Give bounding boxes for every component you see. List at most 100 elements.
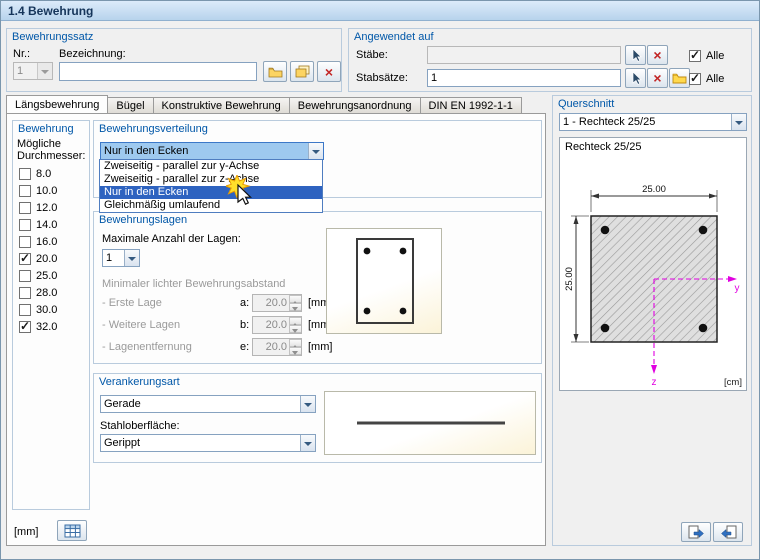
stahloberflaeche-select[interactable]: Gerippt	[100, 434, 316, 452]
tab-din-en-1992-1-1[interactable]: DIN EN 1992-1-1	[420, 97, 522, 113]
group-title: Bewehrungslagen	[99, 214, 187, 226]
group-angewendet-auf: Angewendet auf Stäbe: × Alle Stabsätze: …	[348, 28, 752, 92]
diameter-row: 28.0	[19, 286, 57, 300]
moegliche-durchmesser-label: Mögliche Durchmesser:	[17, 138, 87, 162]
tab-laengsbewehrung[interactable]: Längsbewehrung	[6, 95, 108, 113]
bezeichnung-input[interactable]	[59, 62, 257, 81]
diameter-label: 10.0	[36, 185, 57, 197]
chevron-down-icon	[124, 250, 139, 266]
transfer-section-button-2[interactable]	[713, 522, 743, 542]
group-bewehrungssatz: Bewehrungssatz Nr.: 1 Bezeichnung: ×	[6, 28, 342, 92]
diameter-label: 28.0	[36, 287, 57, 299]
bezeichnung-label: Bezeichnung:	[59, 48, 126, 60]
dropdown-option-zweiseitig-z[interactable]: Zweiseitig - parallel zur z-Achse	[100, 173, 322, 186]
verteilung-select[interactable]: Nur in den Ecken	[100, 142, 324, 160]
weitere-lagen-label: - Weitere Lagen	[102, 319, 180, 331]
delete-x-icon: ×	[325, 66, 333, 78]
diameter-row: 20.0	[19, 252, 57, 266]
stabsaetze-alle-row: Alle	[689, 72, 724, 86]
diameter-row: 8.0	[19, 167, 51, 181]
section-drawing: 25.00 25.00 y z [cm]	[561, 154, 745, 388]
diameter-settings-button[interactable]	[57, 520, 87, 541]
document-arrow-icon	[688, 525, 705, 539]
staebe-pick-button[interactable]	[625, 45, 646, 65]
verankerungsart-select[interactable]: Gerade	[100, 395, 316, 413]
delete-x-icon: ×	[653, 72, 661, 84]
max-lagen-select[interactable]: 1	[102, 249, 140, 267]
copy-set-button[interactable]	[290, 61, 314, 82]
spinner-arrows-icon	[289, 295, 301, 311]
mm-unit-label: [mm]	[14, 526, 38, 538]
diameter-checkbox-30[interactable]	[19, 304, 31, 316]
stabsaetze-pick-button[interactable]	[625, 68, 646, 88]
svg-text:z: z	[652, 377, 657, 388]
svg-text:[cm]: [cm]	[724, 377, 742, 388]
tab-strip: Längsbewehrung Bügel Konstruktive Bewehr…	[6, 95, 521, 113]
weitere-lagen-spinner: 20.0	[252, 316, 302, 334]
nr-select: 1	[13, 62, 53, 80]
diameter-row: 10.0	[19, 184, 57, 198]
spinner-arrows-icon	[289, 339, 301, 355]
unit-mm: [mm]	[308, 341, 332, 353]
diameter-checkbox-10[interactable]	[19, 185, 31, 197]
lagenentfernung-label: - Lagenentfernung	[102, 341, 192, 353]
stabsaetze-alle-checkbox[interactable]	[689, 73, 701, 85]
diameter-label: 20.0	[36, 253, 57, 265]
diameter-checkbox-8[interactable]	[19, 168, 31, 180]
min-abstand-label: Minimaler lichter Bewehrungsabstand	[102, 278, 285, 290]
delete-set-button[interactable]: ×	[317, 61, 341, 82]
chevron-down-icon	[300, 435, 315, 451]
stabsaetze-input[interactable]	[427, 69, 621, 87]
staebe-alle-checkbox[interactable]	[689, 50, 701, 62]
diameter-checkbox-28[interactable]	[19, 287, 31, 299]
symbol-a: a:	[240, 297, 249, 309]
pick-arrow-icon	[630, 71, 642, 85]
copy-folder-icon	[295, 65, 310, 78]
erste-lage-spinner: 20.0	[252, 294, 302, 312]
diameter-checkbox-12[interactable]	[19, 202, 31, 214]
staebe-clear-button[interactable]: ×	[647, 45, 668, 65]
stabsaetze-clear-button[interactable]: ×	[647, 68, 668, 88]
diameter-row: 32.0	[19, 320, 57, 334]
staebe-input	[427, 46, 621, 64]
diameter-label: 8.0	[36, 168, 51, 180]
max-lagen-label: Maximale Anzahl der Lagen:	[102, 233, 241, 245]
tab-konstruktive-bewehrung[interactable]: Konstruktive Bewehrung	[153, 97, 290, 113]
group-querschnitt: Querschnitt 1 - Rechteck 25/25 Rechteck …	[552, 95, 752, 546]
diameter-checkbox-16[interactable]	[19, 236, 31, 248]
transfer-section-button-1[interactable]	[681, 522, 711, 542]
dialog-titlebar[interactable]: 1.4 Bewehrung	[1, 1, 759, 21]
stabsaetze-label: Stabsätze:	[356, 72, 408, 84]
diameter-checkbox-14[interactable]	[19, 219, 31, 231]
symbol-e: e:	[240, 341, 249, 353]
dropdown-option-gleichmaessig[interactable]: Gleichmäßig umlaufend	[100, 199, 322, 212]
new-stabsatz-button[interactable]	[669, 68, 690, 88]
verteilung-dropdown-list: Zweiseitig - parallel zur y-Achse Zweise…	[99, 159, 323, 213]
diameter-label: 25.0	[36, 270, 57, 282]
dropdown-option-zweiseitig-y[interactable]: Zweiseitig - parallel zur y-Achse	[100, 160, 322, 173]
tab-bewehrungsanordnung[interactable]: Bewehrungsanordnung	[289, 97, 421, 113]
nr-label: Nr.:	[13, 48, 30, 60]
diameter-checkbox-32[interactable]	[19, 321, 31, 333]
straight-anchorage-image	[325, 392, 535, 454]
lagenentfernung-spinner: 20.0	[252, 338, 302, 356]
diameter-checkbox-25[interactable]	[19, 270, 31, 282]
tabpage-laengsbewehrung: Bewehrung Mögliche Durchmesser: 8.0 10.0…	[6, 113, 546, 546]
section-corner-bars-image	[327, 229, 441, 333]
lagen-illustration	[326, 228, 442, 334]
group-title: Verankerungsart	[99, 376, 180, 388]
dropdown-option-nur-in-den-ecken[interactable]: Nur in den Ecken	[100, 186, 322, 199]
open-folder-icon	[268, 66, 283, 78]
open-set-button[interactable]	[263, 61, 287, 82]
table-icon	[64, 524, 81, 538]
group-title: Bewehrungssatz	[12, 31, 93, 43]
querschnitt-select[interactable]: 1 - Rechteck 25/25	[559, 113, 747, 131]
chevron-down-icon	[37, 63, 52, 79]
document-arrow-icon	[720, 525, 737, 539]
diameter-checkbox-20[interactable]	[19, 253, 31, 265]
tab-buegel[interactable]: Bügel	[107, 97, 153, 113]
diameter-label: 14.0	[36, 219, 57, 231]
click-star-cursor	[226, 175, 262, 211]
stahloberflaeche-label: Stahloberfläche:	[100, 420, 180, 432]
diameter-row: 16.0	[19, 235, 57, 249]
